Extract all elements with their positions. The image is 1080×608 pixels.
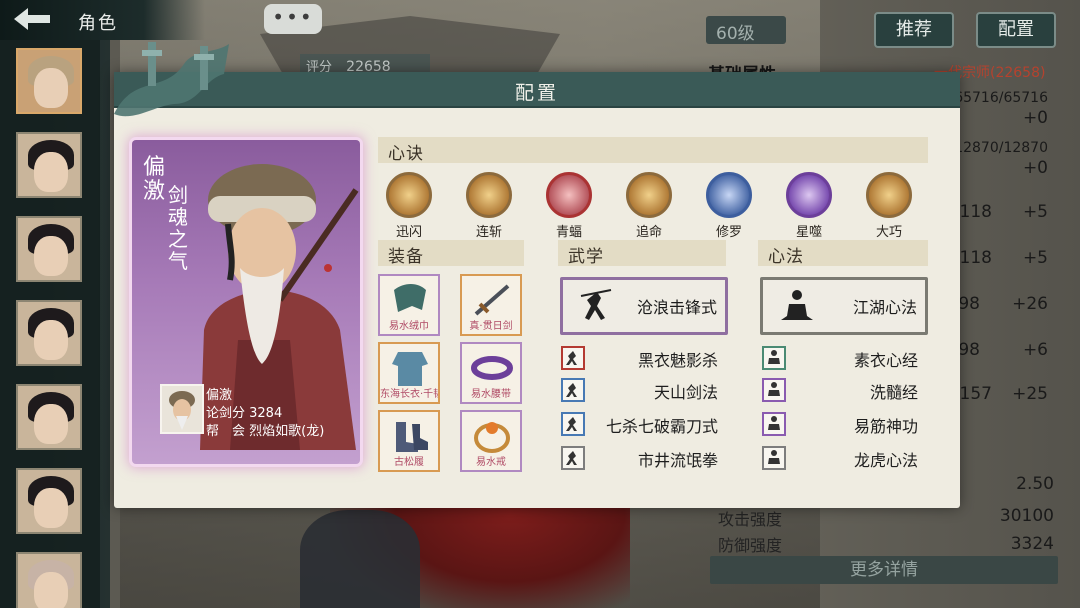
equipment-heading: 装备	[378, 240, 524, 267]
skill-icon[interactable]	[386, 172, 432, 218]
wuxue-item-label[interactable]: 天山剑法	[600, 379, 718, 403]
belt-icon	[471, 356, 513, 380]
equipment-label: 易水绒巾	[389, 321, 429, 332]
roster-avatar[interactable]	[16, 552, 82, 608]
meditation-icon	[781, 290, 813, 320]
character-roster	[0, 40, 100, 608]
equipment-slot[interactable]: 易水腰带	[460, 342, 522, 404]
roster-avatar[interactable]	[16, 300, 82, 366]
attack-label: 攻击强度	[718, 510, 783, 529]
background-character-leg	[300, 510, 420, 608]
skill-icon[interactable]	[866, 172, 912, 218]
recommend-button[interactable]: 推荐	[874, 12, 954, 48]
ring-icon	[474, 422, 510, 453]
xinfa-item-icon[interactable]	[762, 378, 786, 402]
xinfa-item-label[interactable]: 素衣心经	[800, 347, 918, 371]
back-arrow-icon	[14, 8, 50, 30]
xinfa-item-label[interactable]: 易筋神功	[800, 413, 918, 437]
equipment-label: 易水腰带	[471, 389, 511, 400]
xinfa-main-label: 江湖心法	[852, 298, 917, 317]
xinfa-item-label[interactable]: 龙虎心法	[800, 447, 918, 471]
wuxue-heading: 武学	[558, 240, 726, 267]
defense-value: 3324	[1010, 534, 1054, 554]
wuxue-item-icon[interactable]	[561, 446, 585, 470]
equipment-label: 古松履	[394, 457, 424, 468]
wuxue-item-label[interactable]: 黑衣魅影杀	[600, 347, 718, 371]
wuxue-item-label[interactable]: 七杀七破霸刀式	[580, 413, 718, 437]
skill-icon[interactable]	[466, 172, 512, 218]
equipment-slot[interactable]: 真·贯日剑	[460, 274, 522, 336]
character-info-name: 偏激	[206, 388, 233, 403]
xinjue-heading: 心诀	[378, 137, 928, 164]
equipment-slot[interactable]: 易水绒巾	[378, 274, 440, 336]
more-details-button[interactable]: 更多详情	[710, 556, 1058, 584]
wuxue-main-slot[interactable]: 沧浪击锋式	[560, 277, 728, 335]
level-chip: 60级	[706, 16, 786, 44]
xinfa-item-label[interactable]: 洗髓经	[800, 379, 918, 403]
skill-label: 追命	[635, 225, 662, 240]
equipment-slot[interactable]: 易水戒	[460, 410, 522, 472]
sword-stance-icon	[580, 289, 612, 320]
attack-value: 30100	[999, 506, 1054, 526]
skill-label: 修罗	[715, 225, 742, 240]
skill-label: 青蝠	[555, 225, 582, 240]
skill-label: 大巧	[875, 225, 902, 240]
equipment-label: 易水戒	[476, 457, 506, 468]
config-button[interactable]: 配置	[976, 12, 1056, 48]
wuxue-main-label: 沧浪击锋式	[636, 298, 717, 317]
roster-avatar[interactable]	[16, 384, 82, 450]
xinfa-heading: 心法	[758, 240, 928, 267]
defense-label: 防御强度	[718, 536, 783, 555]
boots-icon	[396, 422, 428, 452]
xinfa-main-slot[interactable]: 江湖心法	[760, 277, 928, 335]
page-title: 角色	[78, 13, 118, 34]
character-title-tag: 剑魂之气	[168, 183, 188, 273]
chat-button[interactable]: •••	[264, 4, 322, 34]
xinfa-item-icon[interactable]	[762, 412, 786, 436]
xinfa-item-icon[interactable]	[762, 346, 786, 370]
character-info-guild: 帮 会 烈焰如歌(龙)	[206, 424, 325, 439]
modal-ornament-icon	[114, 42, 229, 117]
skill-label: 星噬	[795, 225, 822, 240]
wuxue-item-label[interactable]: 市井流氓拳	[600, 447, 718, 471]
back-button[interactable]	[8, 5, 56, 35]
skill-label: 迅闪	[395, 225, 422, 240]
robe-icon	[392, 352, 428, 386]
skill-label: 连斩	[475, 225, 502, 240]
equipment-label: 真·贯日剑	[469, 321, 513, 332]
roster-avatar[interactable]	[16, 216, 82, 282]
wuxue-item-icon[interactable]	[561, 346, 585, 370]
equipment-label: 东海长衣·千韧	[380, 389, 438, 400]
skill-icon[interactable]	[786, 172, 832, 218]
modal-title: 配置	[514, 82, 559, 104]
sword-icon	[474, 284, 510, 316]
character-mini-avatar	[160, 384, 204, 434]
wuxue-item-icon[interactable]	[561, 378, 585, 402]
equipment-slot[interactable]: 古松履	[378, 410, 440, 472]
xinfa-item-icon[interactable]	[762, 446, 786, 470]
scarf-icon	[394, 284, 426, 312]
roster-avatar[interactable]	[16, 48, 82, 114]
character-info-score: 论剑分 3284	[206, 406, 283, 421]
character-name: 偏激	[142, 155, 165, 204]
roster-avatar[interactable]	[16, 132, 82, 198]
skill-icon[interactable]	[706, 172, 752, 218]
skill-icon[interactable]	[626, 172, 672, 218]
roster-avatar[interactable]	[16, 468, 82, 534]
skill-icon[interactable]	[546, 172, 592, 218]
equipment-slot[interactable]: 东海长衣·千韧	[378, 342, 440, 404]
